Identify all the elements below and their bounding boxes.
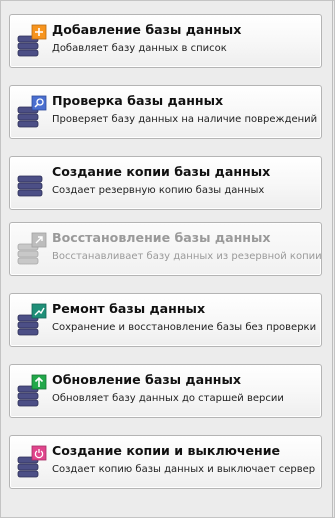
database-check-icon: [17, 95, 47, 128]
backup-and-shutdown-button[interactable]: Создание копии и выключение Создает копи…: [9, 435, 322, 489]
update-database-button[interactable]: Обновление базы данных Обновляет базу да…: [9, 364, 322, 418]
add-database-button[interactable]: Добавление базы данных Добавляет базу да…: [9, 14, 322, 68]
repair-database-button[interactable]: Ремонт базы данных Сохранение и восстано…: [9, 293, 322, 347]
database-backup-icon: [17, 175, 43, 197]
restore-database-button[interactable]: Восстановление базы данных Восстанавлива…: [9, 222, 322, 276]
button-title: Восстановление базы данных: [52, 230, 271, 245]
actions-panel: Добавление базы данных Добавляет базу да…: [0, 0, 335, 518]
check-database-button[interactable]: Проверка базы данных Проверяет базу данн…: [9, 85, 322, 139]
button-description: Обновляет базу данных до старшей версии: [52, 393, 284, 404]
button-title: Обновление базы данных: [52, 372, 242, 387]
database-restore-icon: [17, 232, 47, 265]
database-shutdown-icon: [17, 445, 47, 478]
button-title: Добавление базы данных: [52, 22, 242, 37]
database-add-icon: [17, 24, 47, 57]
database-repair-icon: [17, 303, 47, 336]
button-description: Восстанавливает базу данных из резервной…: [52, 251, 322, 262]
backup-database-button[interactable]: Создание копии базы данных Создает резер…: [9, 156, 322, 210]
button-description: Добавляет базу данных в список: [52, 43, 227, 54]
database-stack: [17, 175, 43, 197]
button-description: Проверяет базу данных на наличие поврежд…: [52, 114, 318, 125]
window-border: [332, 0, 333, 518]
button-title: Проверка базы данных: [52, 93, 224, 108]
button-title: Создание копии базы данных: [52, 164, 271, 179]
button-description: Создает резервную копию базы данных: [52, 185, 265, 196]
button-title: Ремонт базы данных: [52, 301, 206, 316]
database-update-icon: [17, 374, 47, 407]
button-description: Сохранение и восстановление базы без про…: [52, 322, 317, 333]
button-title: Создание копии и выключение: [52, 443, 281, 458]
button-description: Создает копию базы данных и выключает се…: [52, 464, 316, 475]
